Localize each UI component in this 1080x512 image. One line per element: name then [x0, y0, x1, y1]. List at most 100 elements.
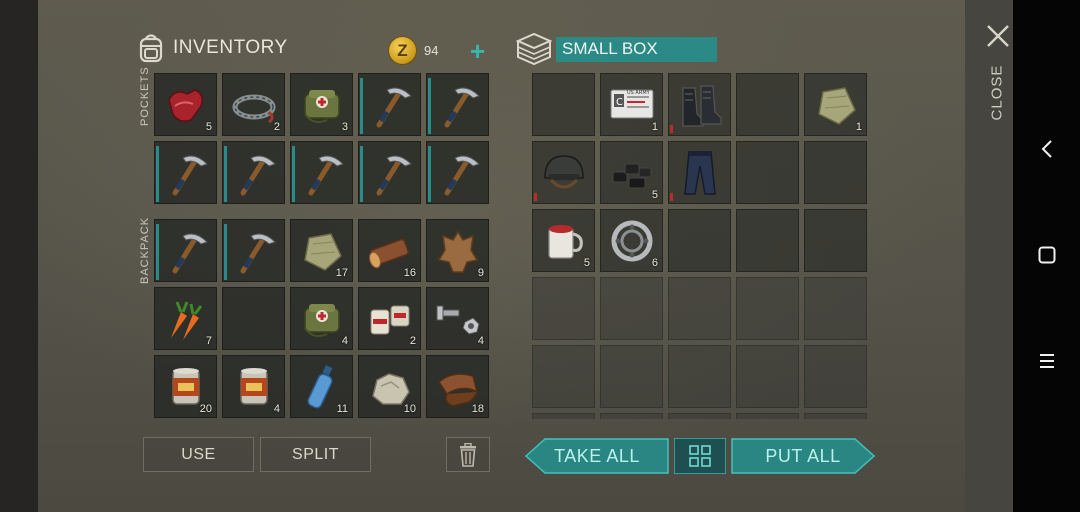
slot-first-aid-bag[interactable]: 4	[290, 287, 353, 350]
helmet-icon	[544, 155, 584, 189]
pockets-grid: 5 2 3	[154, 73, 489, 204]
slot-stone[interactable]: 10	[358, 355, 421, 418]
slot-log[interactable]: 16	[358, 219, 421, 282]
slot-mug[interactable]: 5	[532, 209, 595, 272]
split-button[interactable]: SPLIT	[260, 437, 371, 472]
slot-pickaxe[interactable]	[358, 141, 421, 204]
pickaxe-icon	[172, 233, 208, 274]
menu-icon	[1039, 354, 1054, 368]
sort-button[interactable]	[674, 438, 726, 474]
empty-slot[interactable]	[600, 277, 663, 340]
item-quantity: 1	[855, 121, 862, 133]
slot-pants[interactable]	[668, 141, 731, 204]
slot-pickaxe[interactable]	[426, 73, 489, 136]
slot-id-card[interactable]: C US ARMY 1	[600, 73, 663, 136]
empty-slot[interactable]	[532, 345, 595, 408]
slot-canned-food[interactable]: 20	[154, 355, 217, 418]
slot-pickaxe[interactable]	[222, 141, 285, 204]
durability-bar	[292, 146, 295, 202]
durability-bar	[360, 146, 363, 202]
slot-bearing[interactable]: 6	[600, 209, 663, 272]
slot-raw-meat[interactable]: 5	[154, 73, 217, 136]
slot-rope[interactable]: 2	[222, 73, 285, 136]
pickaxe-icon	[308, 155, 344, 196]
empty-slot[interactable]	[736, 141, 799, 204]
nav-home-button[interactable]	[1013, 235, 1080, 275]
backpack-grid: 17 16 9 7 4 2 4 20 4 11 10 18	[154, 219, 489, 418]
nav-back-button[interactable]	[1013, 129, 1080, 169]
slot-helmet[interactable]	[532, 141, 595, 204]
empty-slot[interactable]	[736, 209, 799, 272]
close-label: CLOSE	[988, 64, 1006, 121]
item-quantity: 5	[651, 189, 658, 201]
pockets-label: POCKETS	[139, 66, 151, 126]
slot-pickaxe[interactable]	[426, 141, 489, 204]
add-coins-button[interactable]: +	[470, 38, 485, 64]
empty-slot[interactable]	[668, 277, 731, 340]
item-quantity: 7	[205, 335, 212, 347]
bearing-icon	[611, 220, 653, 262]
pickaxe-icon	[376, 155, 412, 196]
slot-tanned-leather[interactable]: 18	[426, 355, 489, 418]
empty-slot[interactable]	[532, 413, 595, 419]
item-quantity: 5	[205, 121, 212, 133]
take-all-label: TAKE ALL	[554, 445, 640, 466]
use-button[interactable]: USE	[143, 437, 254, 472]
empty-slot[interactable]	[668, 209, 731, 272]
put-all-button[interactable]: PUT ALL	[731, 438, 875, 474]
pants-icon	[684, 151, 716, 195]
empty-slot[interactable]	[804, 277, 867, 340]
trash-button[interactable]	[446, 437, 490, 472]
take-all-button[interactable]: TAKE ALL	[525, 438, 669, 474]
empty-slot[interactable]	[804, 345, 867, 408]
empty-slot[interactable]	[804, 413, 867, 419]
empty-slot[interactable]	[600, 345, 663, 408]
empty-slot[interactable]	[668, 345, 731, 408]
empty-slot[interactable]	[736, 413, 799, 419]
item-quantity: 20	[199, 403, 212, 415]
slot-pickaxe[interactable]	[222, 219, 285, 282]
empty-slot[interactable]	[804, 141, 867, 204]
trash-icon	[460, 442, 476, 467]
empty-slot[interactable]	[804, 209, 867, 272]
item-quantity: 4	[273, 403, 280, 415]
close-button[interactable]: CLOSE	[980, 22, 1016, 120]
close-icon	[987, 25, 1009, 47]
empty-slot[interactable]	[222, 287, 285, 350]
pickaxe-icon	[172, 155, 208, 196]
empty-slot[interactable]	[532, 73, 595, 136]
slot-bandage[interactable]: 2	[358, 287, 421, 350]
empty-slot[interactable]	[736, 345, 799, 408]
slot-carrot[interactable]: 7	[154, 287, 217, 350]
inventory-title: INVENTORY	[173, 37, 288, 58]
durability-bar	[224, 224, 227, 280]
slot-pickaxe[interactable]	[154, 219, 217, 282]
item-quantity: 6	[651, 257, 658, 269]
slot-coal[interactable]: 5	[600, 141, 663, 204]
slot-water-bottle[interactable]: 11	[290, 355, 353, 418]
cloth-icon	[818, 87, 856, 125]
item-quantity: 11	[336, 403, 348, 415]
slot-canned-food[interactable]: 4	[222, 355, 285, 418]
slot-pickaxe[interactable]	[358, 73, 421, 136]
slot-bolt-nut[interactable]: 4	[426, 287, 489, 350]
durability-bar	[156, 146, 159, 202]
coin-icon: Z	[388, 36, 417, 65]
empty-slot[interactable]	[736, 277, 799, 340]
empty-slot[interactable]	[600, 413, 663, 419]
slot-first-aid-bag[interactable]: 3	[290, 73, 353, 136]
slot-pickaxe[interactable]	[290, 141, 353, 204]
empty-slot[interactable]	[532, 277, 595, 340]
empty-slot[interactable]	[668, 413, 731, 419]
rope-icon	[232, 94, 276, 124]
slot-leather[interactable]: 9	[426, 219, 489, 282]
durability-bar	[428, 146, 431, 202]
slot-boots[interactable]	[668, 73, 731, 136]
slot-cloth[interactable]: 1	[804, 73, 867, 136]
pickaxe-icon	[376, 87, 412, 128]
leather-icon	[437, 230, 479, 273]
slot-pickaxe[interactable]	[154, 141, 217, 204]
empty-slot[interactable]	[736, 73, 799, 136]
nav-recents-button[interactable]	[1013, 341, 1080, 381]
slot-cloth[interactable]: 17	[290, 219, 353, 282]
